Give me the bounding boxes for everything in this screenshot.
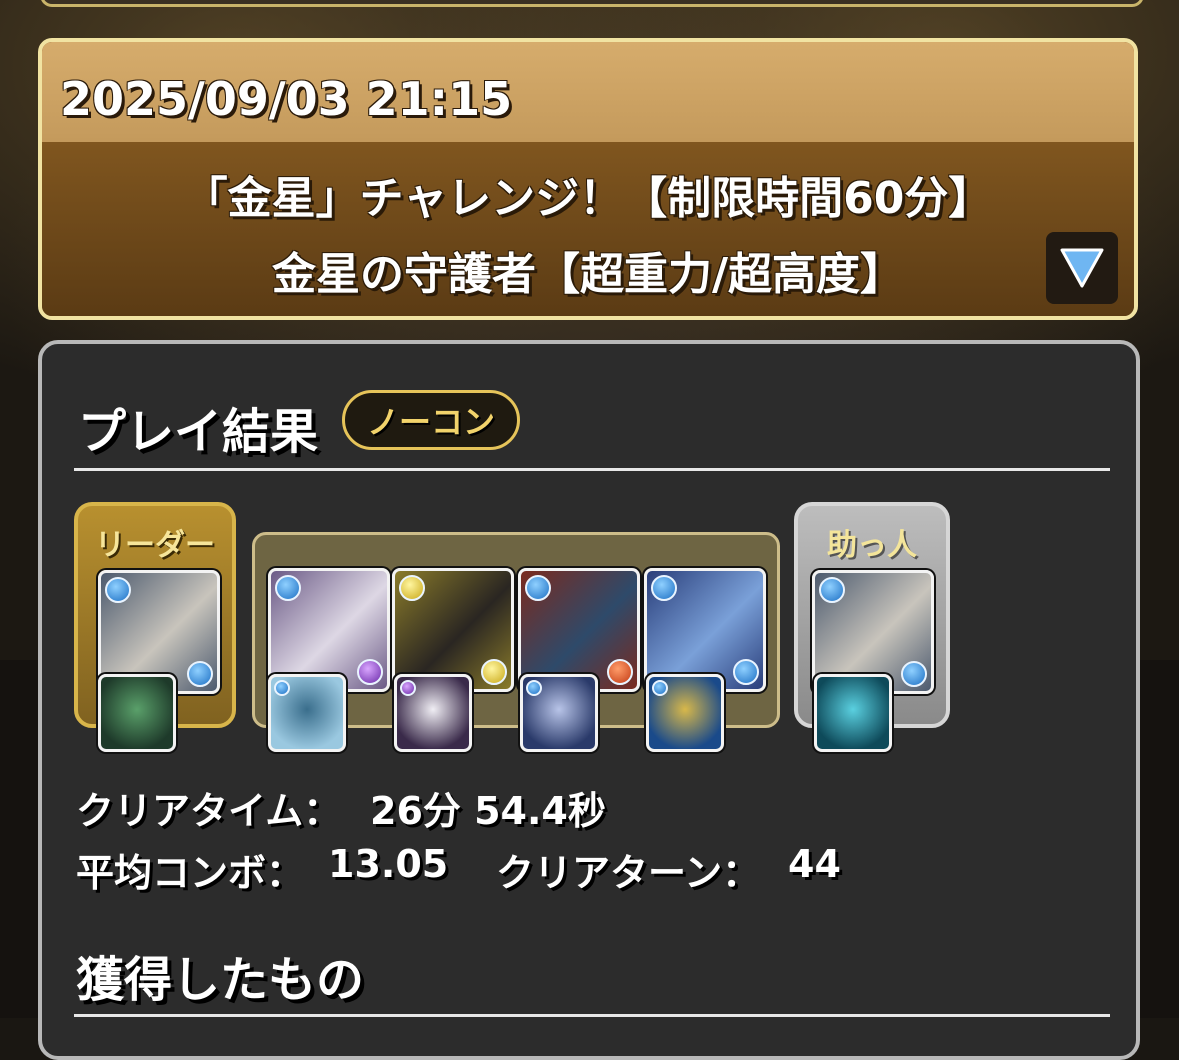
assist-attribute-orb — [274, 680, 290, 696]
main-attribute-orb — [399, 575, 425, 601]
main-attribute-orb — [651, 575, 677, 601]
no-continue-badge: ノーコン — [342, 390, 520, 450]
sub-attribute-orb — [357, 659, 383, 685]
expand-button[interactable] — [1046, 232, 1118, 304]
clear-turn-value: 44 — [788, 842, 841, 886]
helper-label: 助っ人 — [827, 528, 917, 563]
main-attribute-orb — [525, 575, 551, 601]
avg-combo-label: 平均コンボ： — [76, 851, 305, 895]
assist-card[interactable] — [814, 674, 892, 752]
dungeon-title: 「金星」チャレンジ！【制限時間60分】 — [183, 173, 993, 224]
obtained-items-title: 獲得したもの — [76, 952, 365, 1008]
assist-card[interactable] — [394, 674, 472, 752]
sub-attribute-orb — [607, 659, 633, 685]
assist-card[interactable] — [520, 674, 598, 752]
play-result-title: プレイ結果 — [78, 404, 319, 460]
avg-combo-value: 13.05 — [328, 842, 449, 886]
sub-attribute-orb — [733, 659, 759, 685]
leader-label: リーダー — [95, 528, 215, 563]
triangle-down-icon — [1060, 248, 1104, 288]
main-attribute-orb — [819, 577, 845, 603]
section-divider — [74, 468, 1110, 471]
sub-attribute-orb — [481, 659, 507, 685]
assist-attribute-orb — [400, 680, 416, 696]
dungeon-header-card: 2025/09/03 21:15 「金星」チャレンジ！【制限時間60分】 金星の… — [38, 38, 1138, 320]
clear-time-value: 26分 54.4秒 — [370, 789, 606, 833]
play-result-panel: プレイ結果 ノーコン リーダー 助っ人 クリアタイム： 26分 54.4秒 平均… — [38, 340, 1140, 1060]
top-frame-edge — [40, 0, 1144, 7]
assist-card[interactable] — [268, 674, 346, 752]
clear-turn-label: クリアターン： — [496, 851, 761, 895]
section-divider — [74, 1014, 1110, 1017]
play-datetime: 2025/09/03 21:15 — [60, 72, 513, 126]
dungeon-floor-title: 金星の守護者【超重力/超高度】 — [271, 249, 905, 300]
sub-attribute-orb — [187, 661, 213, 687]
clear-time-label: クリアタイム： — [76, 789, 342, 833]
main-attribute-orb — [105, 577, 131, 603]
assist-card[interactable] — [646, 674, 724, 752]
assist-attribute-orb — [652, 680, 668, 696]
assist-card[interactable] — [98, 674, 176, 752]
sub-attribute-orb — [901, 661, 927, 687]
main-attribute-orb — [275, 575, 301, 601]
assist-attribute-orb — [526, 680, 542, 696]
